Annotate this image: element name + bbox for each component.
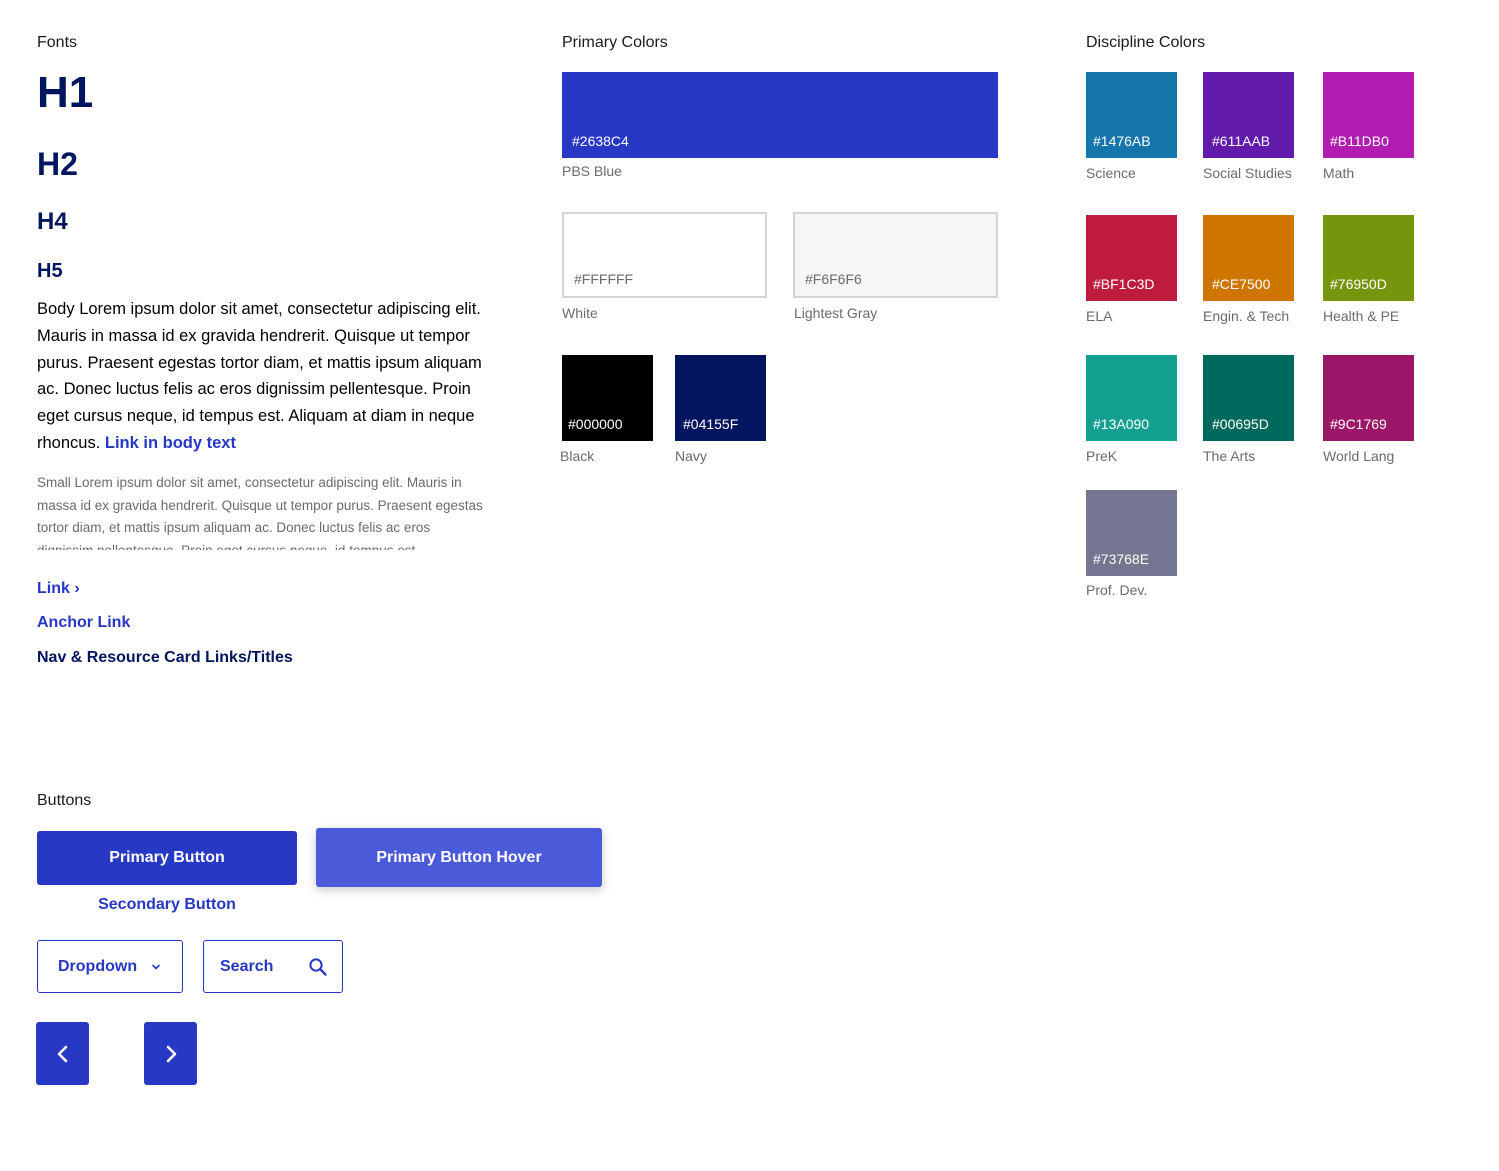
swatch-label: The Arts <box>1203 448 1256 464</box>
body-text-sample: Body Lorem ipsum dolor sit amet, consect… <box>37 296 497 457</box>
small-text-sample: Small Lorem ipsum dolor sit amet, consec… <box>37 475 483 550</box>
primary-button[interactable]: Primary Button <box>37 831 297 885</box>
fonts-section-title: Fonts <box>37 34 78 51</box>
swatch-label: Science <box>1086 165 1136 181</box>
swatch-hex: #000000 <box>568 416 623 432</box>
swatch-hex: #73768E <box>1093 551 1150 567</box>
body-text: Body Lorem ipsum dolor sit amet, consect… <box>37 300 482 452</box>
swatch-label: Health & PE <box>1323 308 1400 324</box>
dropdown-label: Dropdown <box>58 957 138 975</box>
chevron-down-icon <box>152 964 160 969</box>
h2-sample: H2 <box>37 146 78 182</box>
primary-colors-title: Primary Colors <box>562 34 668 51</box>
swatch-world-lang: #9C1769 <box>1323 355 1414 441</box>
swatch-label: Math <box>1323 165 1355 181</box>
chevron-right-icon: › <box>74 580 80 597</box>
swatch-hex: #611AAB <box>1212 133 1271 149</box>
swatch-hex: #BF1C3D <box>1093 276 1155 292</box>
swatch-white: #FFFFFF <box>562 212 767 298</box>
swatch-label: White <box>562 305 598 321</box>
dropdown[interactable]: Dropdown <box>37 940 183 993</box>
swatch-label: Engin. & Tech <box>1203 308 1290 324</box>
swatch-prek: #13A090 <box>1086 355 1177 441</box>
swatch-hex: #04155F <box>683 416 739 432</box>
swatch-hex: #13A090 <box>1093 416 1150 432</box>
link-label: Link <box>37 580 70 597</box>
swatch-hex: #CE7500 <box>1212 276 1271 292</box>
swatch-social-studies: #611AAB <box>1203 72 1294 158</box>
swatch-label: Lightest Gray <box>794 305 878 321</box>
swatch-navy: #04155F <box>675 355 766 441</box>
swatch-black: #000000 <box>562 355 653 441</box>
swatch-lightest-gray: #F6F6F6 <box>793 212 998 298</box>
swatch-label: Social Studies <box>1203 165 1292 181</box>
swatch-label: Prof. Dev. <box>1086 582 1148 598</box>
previous-button[interactable] <box>36 1022 89 1085</box>
swatch-label: Black <box>560 448 595 464</box>
swatch-prof-dev: #73768E <box>1086 490 1177 576</box>
swatch-engin-tech: #CE7500 <box>1203 215 1294 301</box>
swatch-hex: #9C1769 <box>1330 416 1387 432</box>
discipline-colors-title: Discipline Colors <box>1086 34 1206 51</box>
swatch-hex: #B11DB0 <box>1330 133 1389 149</box>
swatch-hex: #76950D <box>1330 276 1387 292</box>
swatch-hex: #FFFFFF <box>574 271 634 287</box>
secondary-button[interactable]: Secondary Button <box>37 890 297 920</box>
anchor-link[interactable]: Anchor Link <box>37 614 130 632</box>
swatch-health-pe: #76950D <box>1323 215 1414 301</box>
next-button[interactable] <box>144 1022 197 1085</box>
swatch-ela: #BF1C3D <box>1086 215 1177 301</box>
h5-sample: H5 <box>37 260 63 282</box>
swatch-pbs-blue: #2638C4 <box>562 72 998 158</box>
swatch-hex: #2638C4 <box>572 133 629 149</box>
swatch-label: ELA <box>1086 308 1113 324</box>
swatch-hex: #00695D <box>1212 416 1269 432</box>
link-sample[interactable]: Link › <box>37 580 80 598</box>
swatch-label: PreK <box>1086 448 1118 464</box>
swatch-label: World Lang <box>1323 448 1395 464</box>
swatch-hex: #F6F6F6 <box>805 271 862 287</box>
swatch-the-arts: #00695D <box>1203 355 1294 441</box>
chevron-right-icon <box>166 1045 176 1062</box>
nav-resource-card-link[interactable]: Nav & Resource Card Links/Titles <box>37 649 293 667</box>
search-placeholder: Search <box>220 957 274 975</box>
h4-sample: H4 <box>37 208 68 235</box>
swatch-math: #B11DB0 <box>1323 72 1414 158</box>
swatch-hex: #1476AB <box>1093 133 1151 149</box>
buttons-section-title: Buttons <box>37 792 92 809</box>
swatch-label: PBS Blue <box>562 163 622 179</box>
swatch-label: Navy <box>675 448 707 464</box>
primary-button-hover[interactable]: Primary Button Hover <box>316 828 602 887</box>
swatch-science: #1476AB <box>1086 72 1177 158</box>
search-field[interactable]: Search <box>203 940 343 993</box>
body-inline-link[interactable]: Link in body text <box>105 434 236 452</box>
search-icon[interactable] <box>308 957 328 977</box>
h1-sample: H1 <box>37 68 94 117</box>
chevron-left-icon <box>57 1045 67 1062</box>
